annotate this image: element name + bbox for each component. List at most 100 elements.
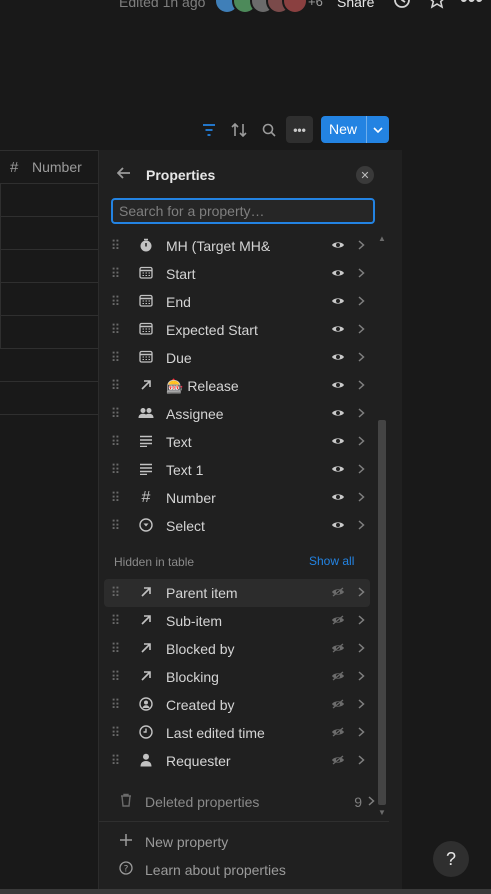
table-cell[interactable] <box>0 217 100 250</box>
property-row[interactable]: ⠿ Select <box>104 512 370 540</box>
column-header[interactable]: # Number <box>0 150 100 184</box>
chevron-right-icon[interactable] <box>352 267 370 281</box>
drag-handle-icon[interactable]: ⠿ <box>104 669 126 685</box>
drag-handle-icon[interactable]: ⠿ <box>104 725 126 741</box>
eye-off-icon[interactable] <box>330 754 346 768</box>
drag-handle-icon[interactable]: ⠿ <box>104 350 126 366</box>
chevron-right-icon[interactable] <box>352 519 370 533</box>
drag-handle-icon[interactable]: ⠿ <box>104 518 126 534</box>
star-icon[interactable] <box>427 0 447 15</box>
property-row[interactable]: ⠿ Start <box>104 260 370 288</box>
collaborator-count[interactable]: +6 <box>308 0 323 9</box>
drag-handle-icon[interactable]: ⠿ <box>104 613 126 629</box>
property-search-input[interactable] <box>111 198 375 224</box>
chevron-down-icon[interactable] <box>366 116 389 143</box>
scrollbar[interactable]: ▲ ▼ <box>376 234 386 817</box>
filter-icon[interactable] <box>197 118 221 142</box>
search-icon[interactable] <box>257 118 281 142</box>
chevron-right-icon[interactable] <box>352 614 370 628</box>
property-row[interactable]: ⠿ Text <box>104 428 370 456</box>
chevron-right-icon[interactable] <box>352 463 370 477</box>
back-arrow-icon[interactable] <box>116 166 131 184</box>
property-row[interactable]: ⠿ Assignee <box>104 400 370 428</box>
more-options-icon[interactable]: ••• <box>286 116 313 143</box>
drag-handle-icon[interactable]: ⠿ <box>104 266 126 282</box>
drag-handle-icon[interactable]: ⠿ <box>104 434 126 450</box>
eye-off-icon[interactable] <box>330 670 346 684</box>
chevron-right-icon[interactable] <box>352 491 370 505</box>
close-icon[interactable]: ✕ <box>356 166 374 184</box>
property-row[interactable]: ⠿ Created by <box>104 691 370 719</box>
drag-handle-icon[interactable]: ⠿ <box>104 238 126 254</box>
new-button[interactable]: New <box>321 116 389 143</box>
scroll-up-icon[interactable]: ▲ <box>378 234 386 243</box>
avatar-stack[interactable] <box>214 0 308 14</box>
learn-properties-link[interactable]: ? Learn about properties <box>117 861 286 878</box>
scroll-down-icon[interactable]: ▼ <box>378 808 386 817</box>
property-row[interactable]: ⠿ Last edited time <box>104 719 370 747</box>
eye-icon[interactable] <box>330 323 346 337</box>
eye-off-icon[interactable] <box>330 698 346 712</box>
property-row[interactable]: ⠿ Blocking <box>104 663 370 691</box>
scrollbar-thumb[interactable] <box>378 420 386 805</box>
drag-handle-icon[interactable]: ⠿ <box>104 462 126 478</box>
property-row[interactable]: ⠿ MH (Target MH& <box>104 232 370 260</box>
drag-handle-icon[interactable]: ⠿ <box>104 378 126 394</box>
drag-handle-icon[interactable]: ⠿ <box>104 697 126 713</box>
property-row[interactable]: ⠿ Due <box>104 344 370 372</box>
help-button[interactable]: ? <box>433 841 469 877</box>
deleted-properties-item[interactable]: Deleted properties 9 <box>117 793 375 810</box>
chevron-right-icon[interactable] <box>352 642 370 656</box>
eye-icon[interactable] <box>330 435 346 449</box>
drag-handle-icon[interactable]: ⠿ <box>104 406 126 422</box>
eye-icon[interactable] <box>330 519 346 533</box>
share-button[interactable]: Share <box>337 0 374 10</box>
chevron-right-icon[interactable] <box>352 239 370 253</box>
eye-icon[interactable] <box>330 267 346 281</box>
eye-off-icon[interactable] <box>330 614 346 628</box>
sort-icon[interactable] <box>227 118 251 142</box>
chevron-right-icon[interactable] <box>352 351 370 365</box>
chevron-right-icon[interactable] <box>352 379 370 393</box>
drag-handle-icon[interactable]: ⠿ <box>104 641 126 657</box>
eye-icon[interactable] <box>330 351 346 365</box>
table-cell[interactable] <box>0 250 100 283</box>
eye-off-icon[interactable] <box>330 642 346 656</box>
property-row[interactable]: ⠿ Sub-item <box>104 607 370 635</box>
property-row[interactable]: ⠿ Text 1 <box>104 456 370 484</box>
chevron-right-icon[interactable] <box>352 754 370 768</box>
drag-handle-icon[interactable]: ⠿ <box>104 585 126 601</box>
table-cell[interactable] <box>0 316 100 349</box>
eye-icon[interactable] <box>330 295 346 309</box>
chevron-right-icon[interactable] <box>352 295 370 309</box>
table-cell[interactable] <box>0 283 100 316</box>
property-row[interactable]: ⠿ Parent item <box>104 579 370 607</box>
property-row[interactable]: ⠿ # Number <box>104 484 370 512</box>
eye-icon[interactable] <box>330 239 346 253</box>
eye-icon[interactable] <box>330 463 346 477</box>
eye-off-icon[interactable] <box>330 726 346 740</box>
drag-handle-icon[interactable]: ⠿ <box>104 490 126 506</box>
property-row[interactable]: ⠿ Requester <box>104 747 370 775</box>
drag-handle-icon[interactable]: ⠿ <box>104 753 126 769</box>
eye-icon[interactable] <box>330 491 346 505</box>
show-all-link[interactable]: Show all <box>309 554 354 568</box>
chevron-right-icon[interactable] <box>352 670 370 684</box>
new-property-button[interactable]: New property <box>117 833 228 850</box>
chevron-right-icon[interactable] <box>352 435 370 449</box>
chevron-right-icon[interactable] <box>352 698 370 712</box>
property-row[interactable]: ⠿ Blocked by <box>104 635 370 663</box>
drag-handle-icon[interactable]: ⠿ <box>104 294 126 310</box>
table-cell[interactable] <box>0 349 100 382</box>
property-row[interactable]: ⠿ 🎰 Release <box>104 372 370 400</box>
more-icon[interactable]: ••• <box>460 0 483 12</box>
chevron-right-icon[interactable] <box>352 586 370 600</box>
property-row[interactable]: ⠿ End <box>104 288 370 316</box>
table-cell[interactable] <box>0 184 100 217</box>
drag-handle-icon[interactable]: ⠿ <box>104 322 126 338</box>
property-row[interactable]: ⠿ Expected Start <box>104 316 370 344</box>
eye-icon[interactable] <box>330 407 346 421</box>
chevron-right-icon[interactable] <box>352 726 370 740</box>
eye-icon[interactable] <box>330 379 346 393</box>
chevron-right-icon[interactable] <box>352 407 370 421</box>
